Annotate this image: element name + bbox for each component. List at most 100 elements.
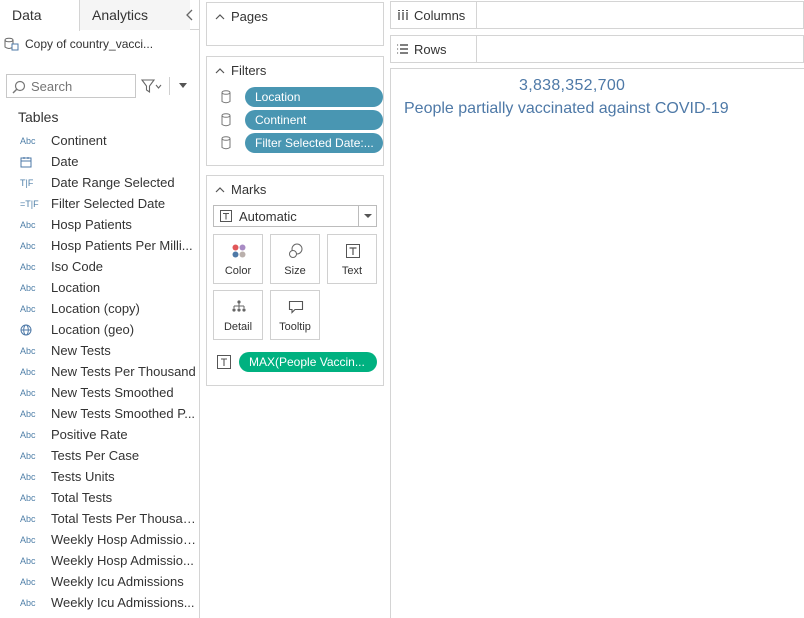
field-item[interactable]: Abc Total Tests Per Thousand <box>0 508 200 529</box>
field-name: Hosp Patients Per Milli... <box>51 238 193 253</box>
field-name: New Tests Smoothed P... <box>51 406 196 421</box>
filter-continent-row: Continent <box>221 110 383 130</box>
search-box[interactable] <box>6 74 136 98</box>
filters-card[interactable]: Filters Location Continent Filter Select… <box>206 56 384 166</box>
text-button[interactable]: Text <box>327 234 377 284</box>
field-type-icon: Abc <box>20 555 36 566</box>
field-type-icon: Abc <box>20 471 36 482</box>
chevron-down-icon <box>364 214 372 218</box>
field-item[interactable]: Abc Positive Rate <box>0 424 200 445</box>
field-type-icon: Abc <box>20 387 36 398</box>
filter-icon[interactable] <box>140 77 162 95</box>
filter-location-row: Location <box>221 87 383 107</box>
field-item[interactable]: Abc Hosp Patients <box>0 214 200 235</box>
field-item[interactable]: Abc New Tests <box>0 340 200 361</box>
search-divider <box>169 77 170 95</box>
field-item[interactable]: Abc Hosp Patients Per Milli... <box>0 235 200 256</box>
detail-label: Detail <box>223 321 253 333</box>
calendar-icon <box>20 156 32 167</box>
pages-header[interactable]: Pages <box>215 9 268 24</box>
pages-card[interactable]: Pages <box>206 2 384 46</box>
color-label: Color <box>224 265 252 277</box>
measure-pill-people-vaccinated[interactable]: MAX(People Vaccin... <box>239 352 377 372</box>
field-name: Location (geo) <box>51 322 135 337</box>
globe-icon <box>20 324 32 335</box>
chevron-up-icon <box>215 67 225 73</box>
field-type-icon: Abc <box>20 366 36 377</box>
field-item[interactable]: Abc New Tests Smoothed <box>0 382 200 403</box>
detail-button[interactable]: Detail <box>213 290 263 340</box>
field-item[interactable]: Abc Weekly Hosp Admissions <box>0 529 200 550</box>
people-vaccinated-value[interactable]: 3,838,352,700 <box>519 77 625 95</box>
data-pane: Data Analytics Copy of country_vacci... … <box>0 0 200 618</box>
field-type-icon: Abc <box>20 282 36 293</box>
chevron-down-icon[interactable] <box>178 82 188 90</box>
field-name: Date <box>51 154 79 169</box>
field-type-icon: Abc <box>20 219 36 230</box>
field-item[interactable]: Abc Total Tests <box>0 487 200 508</box>
field-name: Filter Selected Date <box>51 196 166 211</box>
tooltip-button[interactable]: Tooltip <box>270 290 320 340</box>
marks-header[interactable]: Marks <box>215 182 266 197</box>
view-canvas[interactable]: 3,838,352,700 People partially vaccinate… <box>390 68 804 618</box>
rows-icon <box>397 44 408 54</box>
field-item[interactable]: =T|F Filter Selected Date <box>0 193 200 214</box>
database-icon <box>221 113 231 127</box>
text-encoding-icon[interactable] <box>217 355 231 369</box>
field-item[interactable]: Abc New Tests Per Thousand <box>0 361 200 382</box>
filter-pill-location[interactable]: Location <box>245 87 383 107</box>
filters-header[interactable]: Filters <box>215 63 266 78</box>
collapse-pane-icon[interactable] <box>184 8 196 22</box>
filter-pill-selected-date[interactable]: Filter Selected Date:... <box>245 133 383 153</box>
field-item[interactable]: Abc Continent <box>0 130 200 151</box>
field-type-icon: Abc <box>20 492 36 503</box>
rows-shelf[interactable]: Rows <box>390 35 804 63</box>
field-type-icon: Abc <box>20 261 36 272</box>
data-pane-tabs: Data Analytics <box>0 0 199 31</box>
columns-shelf[interactable]: Columns <box>390 1 804 29</box>
field-item[interactable]: T|F Date Range Selected <box>0 172 200 193</box>
people-vaccinated-caption: People partially vaccinated against COVI… <box>404 100 729 117</box>
field-name: Weekly Hosp Admissions <box>51 532 196 547</box>
field-name: Date Range Selected <box>51 175 175 190</box>
filter-pill-continent[interactable]: Continent <box>245 110 383 130</box>
color-button[interactable]: Color <box>213 234 263 284</box>
tab-analytics[interactable]: Analytics <box>80 0 190 30</box>
tab-data[interactable]: Data <box>0 0 80 31</box>
field-item[interactable]: Abc Tests Units <box>0 466 200 487</box>
field-item[interactable]: Abc Location <box>0 277 200 298</box>
field-name: Iso Code <box>51 259 104 274</box>
size-icon <box>289 243 303 258</box>
field-name: Weekly Icu Admissions <box>51 574 184 589</box>
field-item[interactable]: Location (geo) <box>0 319 200 340</box>
text-label: Text <box>341 265 363 277</box>
field-type-icon: Abc <box>20 534 36 545</box>
rows-label: Rows <box>391 36 477 62</box>
mark-type-dropdown-arrow[interactable] <box>358 206 376 226</box>
field-name: Tests Units <box>51 469 115 484</box>
rows-title: Rows <box>414 41 447 57</box>
field-item[interactable]: Abc Weekly Icu Admissions <box>0 571 200 592</box>
field-type-icon: Abc <box>20 513 36 524</box>
field-list: Abc Continent Date T|F Date Range Selected =T… <box>0 130 200 613</box>
chevron-up-icon <box>215 186 225 192</box>
field-item[interactable]: Abc New Tests Smoothed P... <box>0 403 200 424</box>
field-type-icon: Abc <box>20 597 36 608</box>
field-item[interactable]: Abc Weekly Hosp Admissio... <box>0 550 200 571</box>
marks-card: Marks Automatic Color Size Text Detail T… <box>206 175 384 386</box>
database-icon <box>221 136 231 150</box>
text-mark-icon <box>220 210 232 222</box>
field-item[interactable]: Abc Tests Per Case <box>0 445 200 466</box>
search-input[interactable] <box>31 77 131 95</box>
field-item[interactable]: Abc Weekly Icu Admissions... <box>0 592 200 613</box>
size-label: Size <box>284 265 306 277</box>
field-name: Location (copy) <box>51 301 140 316</box>
size-button[interactable]: Size <box>270 234 320 284</box>
datasource-name: Copy of country_vacci... <box>25 37 154 51</box>
tooltip-icon <box>288 300 304 314</box>
field-item[interactable]: Date <box>0 151 200 172</box>
field-item[interactable]: Abc Location (copy) <box>0 298 200 319</box>
mark-type-dropdown[interactable]: Automatic <box>213 205 377 227</box>
field-item[interactable]: Abc Iso Code <box>0 256 200 277</box>
datasource-item[interactable]: Copy of country_vacci... <box>4 36 153 52</box>
